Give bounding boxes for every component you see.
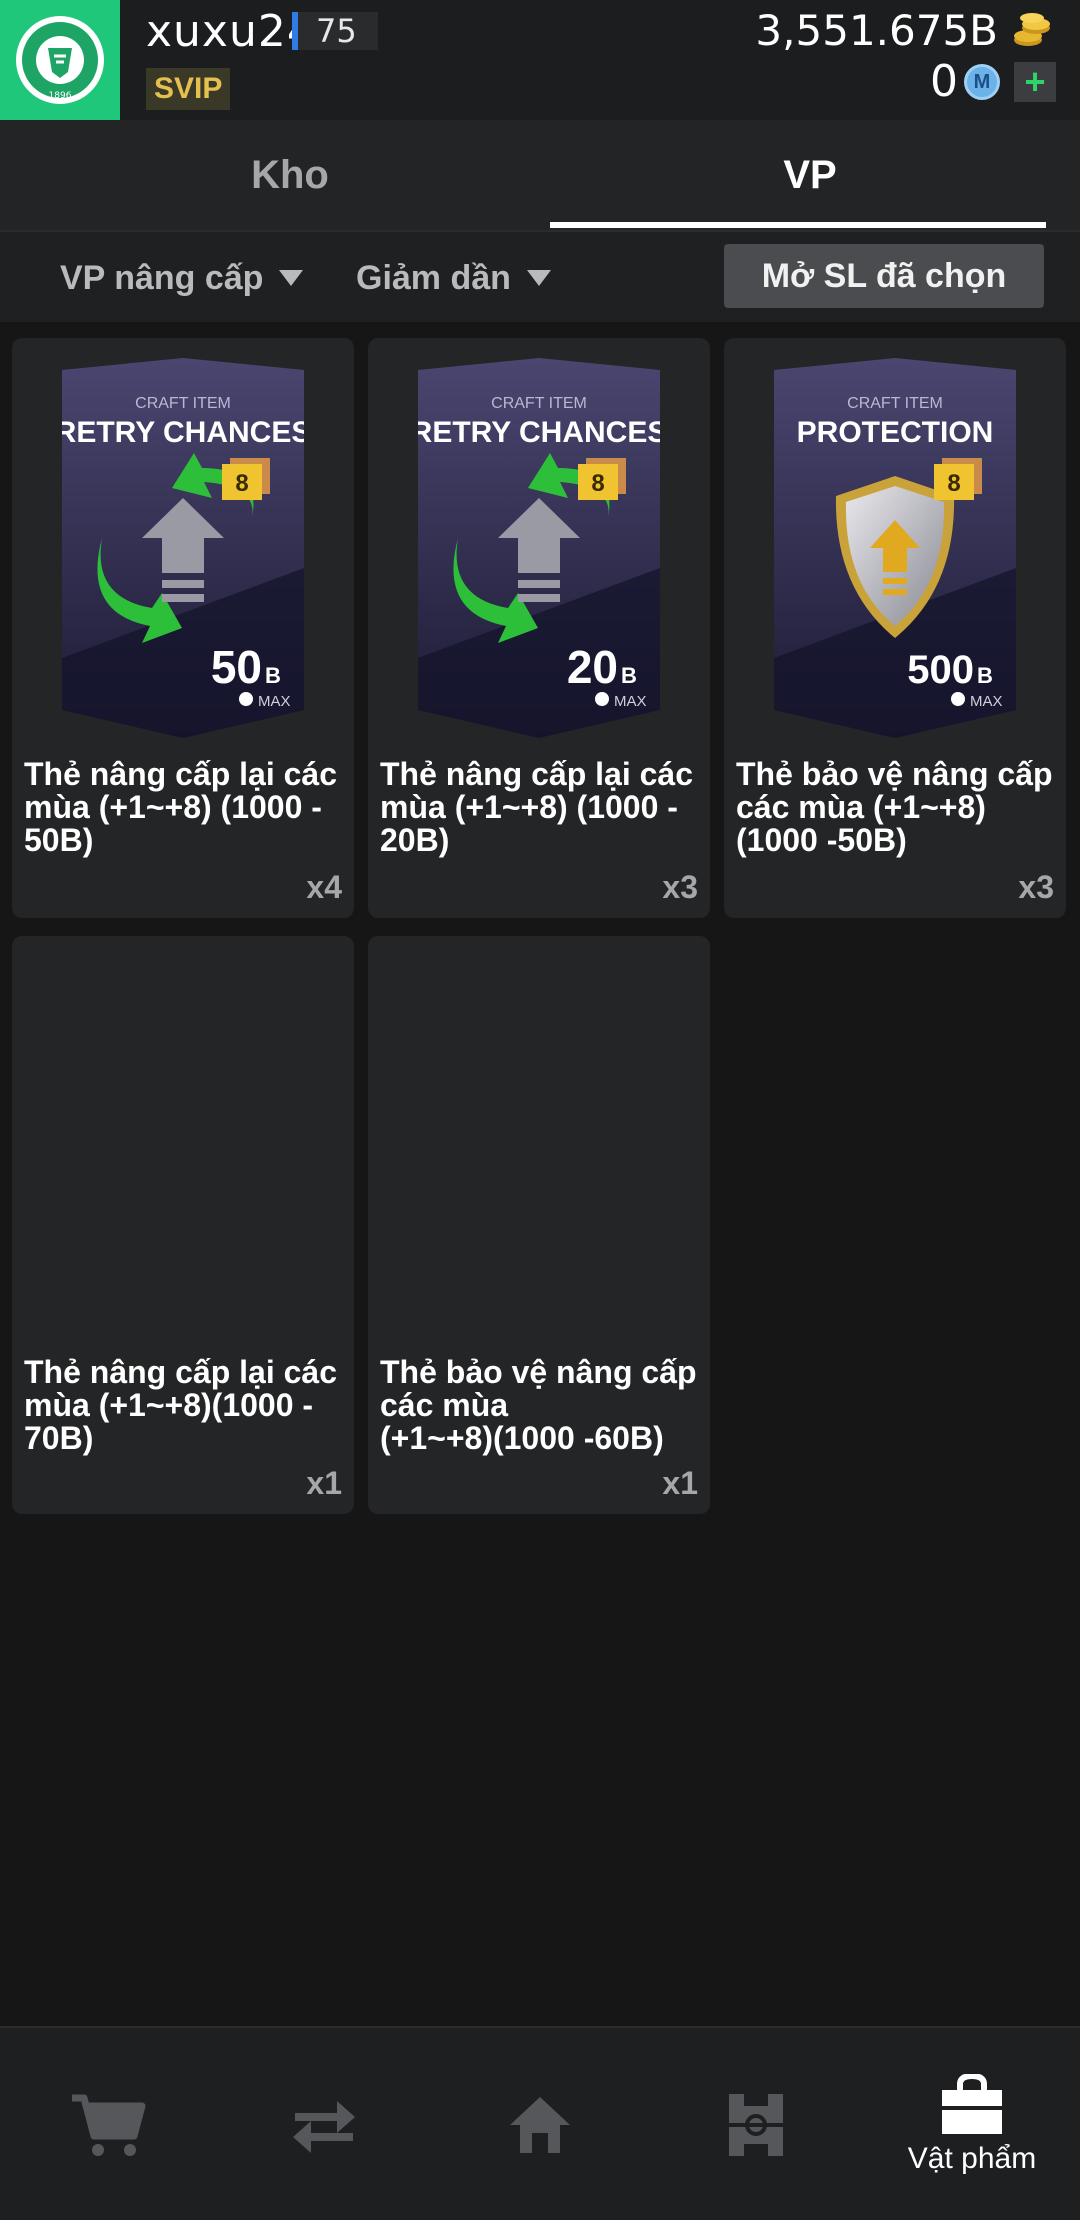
svg-text:50: 50	[211, 641, 262, 693]
mcash-balance: 0	[930, 56, 958, 107]
vip-badge: SVIP	[146, 68, 231, 110]
svg-text:500: 500	[907, 648, 974, 692]
svg-text:8: 8	[947, 470, 960, 497]
item-name: Thẻ bảo vệ nâng cấp các mùa (+1~+8) (100…	[736, 756, 1053, 858]
formation-field-icon	[729, 2094, 783, 2156]
nav-items-label: Vật phẩm	[907, 2142, 1037, 2175]
item-quantity: x1	[306, 1465, 342, 1501]
filter-bar: VP nâng cấp Giảm dần Mở SL đã chọn	[0, 230, 1080, 322]
item-card[interactable]: Thẻ nâng cấp lại các mùa (+1~+8)(1000 - …	[12, 936, 354, 1514]
item-type-label: VP nâng cấp	[60, 258, 264, 297]
nav-home[interactable]	[432, 2028, 648, 2220]
open-selected-button[interactable]: Mở SL đã chọn	[724, 244, 1044, 308]
svg-text:RETRY CHANCES: RETRY CHANCES	[62, 416, 304, 449]
item-name: Thẻ bảo vệ nâng cấp các mùa (+1~+8)(1000…	[380, 1354, 697, 1456]
nav-shop[interactable]	[0, 2028, 216, 2220]
item-quantity: x3	[1018, 869, 1054, 905]
tab-vp[interactable]: VP	[550, 120, 1070, 230]
svg-text:B: B	[265, 663, 281, 688]
svg-text:B: B	[621, 663, 637, 688]
item-quantity: x3	[662, 869, 698, 905]
club-badge[interactable]: 1896	[0, 0, 120, 120]
svg-text:MAX: MAX	[614, 693, 647, 710]
grade-badge-icon: 8	[578, 458, 626, 500]
chevron-down-icon	[526, 270, 551, 286]
svg-text:8: 8	[591, 470, 604, 497]
nav-formation[interactable]	[648, 2028, 864, 2220]
top-header: 1896 xuxu24 75 SVIP 3,551.675B 0 M +	[0, 0, 1080, 120]
transfer-arrows-icon	[293, 2101, 355, 2153]
nav-items[interactable]: Vật phẩm	[864, 2028, 1080, 2220]
coin-stack-icon	[1014, 13, 1050, 46]
inventory-tabs: Kho VP	[0, 120, 1080, 230]
svg-text:CRAFT ITEM: CRAFT ITEM	[847, 395, 943, 412]
level-indicator: 75	[292, 12, 378, 50]
add-mcash-button[interactable]: +	[1014, 62, 1056, 102]
craft-item-protection-card-art: CRAFT ITEM PROTECTION 8 500 B MAX	[774, 358, 1016, 738]
svg-text:B: B	[977, 663, 993, 688]
active-tab-indicator	[550, 222, 1046, 228]
svg-text:1896: 1896	[49, 91, 72, 101]
bottom-navigation: Vật phẩm	[0, 2026, 1080, 2220]
svg-text:MAX: MAX	[970, 693, 1003, 710]
svg-text:CRAFT ITEM: CRAFT ITEM	[135, 395, 231, 412]
sort-order-dropdown[interactable]: Giảm dần	[356, 232, 551, 324]
coin-balance: 3,551.675B	[755, 6, 998, 55]
craft-item-retry-card-art: CRAFT ITEM RETRY CHANCES 8 50 B MAX	[62, 358, 304, 738]
sort-order-label: Giảm dần	[356, 258, 511, 297]
item-card[interactable]: Thẻ bảo vệ nâng cấp các mùa (+1~+8)(1000…	[368, 936, 710, 1514]
username: xuxu24	[146, 6, 316, 57]
item-name: Thẻ nâng cấp lại các mùa (+1~+8) (1000 -…	[380, 756, 693, 858]
item-name: Thẻ nâng cấp lại các mùa (+1~+8) (1000 -…	[24, 756, 337, 858]
item-quantity: x1	[662, 1465, 698, 1501]
tab-kho[interactable]: Kho	[30, 120, 550, 230]
svg-text:MAX: MAX	[258, 693, 291, 710]
svg-text:8: 8	[235, 470, 248, 497]
item-name: Thẻ nâng cấp lại các mùa (+1~+8)(1000 - …	[24, 1354, 337, 1456]
svg-text:20: 20	[567, 641, 618, 693]
svg-text:CRAFT ITEM: CRAFT ITEM	[491, 395, 587, 412]
nav-transfer[interactable]	[216, 2028, 432, 2220]
mcash-icon: M	[964, 64, 1000, 100]
club-crest-icon: 1896	[16, 16, 104, 104]
item-type-dropdown[interactable]: VP nâng cấp	[60, 232, 304, 324]
svg-text:PROTECTION: PROTECTION	[797, 416, 994, 449]
grade-badge-icon: 8	[934, 458, 982, 500]
svg-text:RETRY CHANCES: RETRY CHANCES	[418, 416, 660, 449]
level-number: 75	[316, 12, 357, 50]
chevron-down-icon	[279, 270, 304, 286]
item-card[interactable]: CRAFT ITEM RETRY CHANCES 8 50 B MAX Thẻ …	[12, 338, 354, 918]
item-quantity: x4	[306, 869, 342, 905]
item-card[interactable]: CRAFT ITEM RETRY CHANCES 8 20 B MAX Thẻ …	[368, 338, 710, 918]
home-icon	[510, 2097, 570, 2153]
item-card[interactable]: CRAFT ITEM PROTECTION 8 500 B MAX Thẻ bả…	[724, 338, 1066, 918]
grade-badge-icon: 8	[222, 458, 270, 500]
shopping-bag-icon	[942, 2074, 1002, 2134]
craft-item-retry-card-art: CRAFT ITEM RETRY CHANCES 8 20 B MAX	[418, 358, 660, 738]
shopping-cart-icon	[72, 2094, 146, 2156]
